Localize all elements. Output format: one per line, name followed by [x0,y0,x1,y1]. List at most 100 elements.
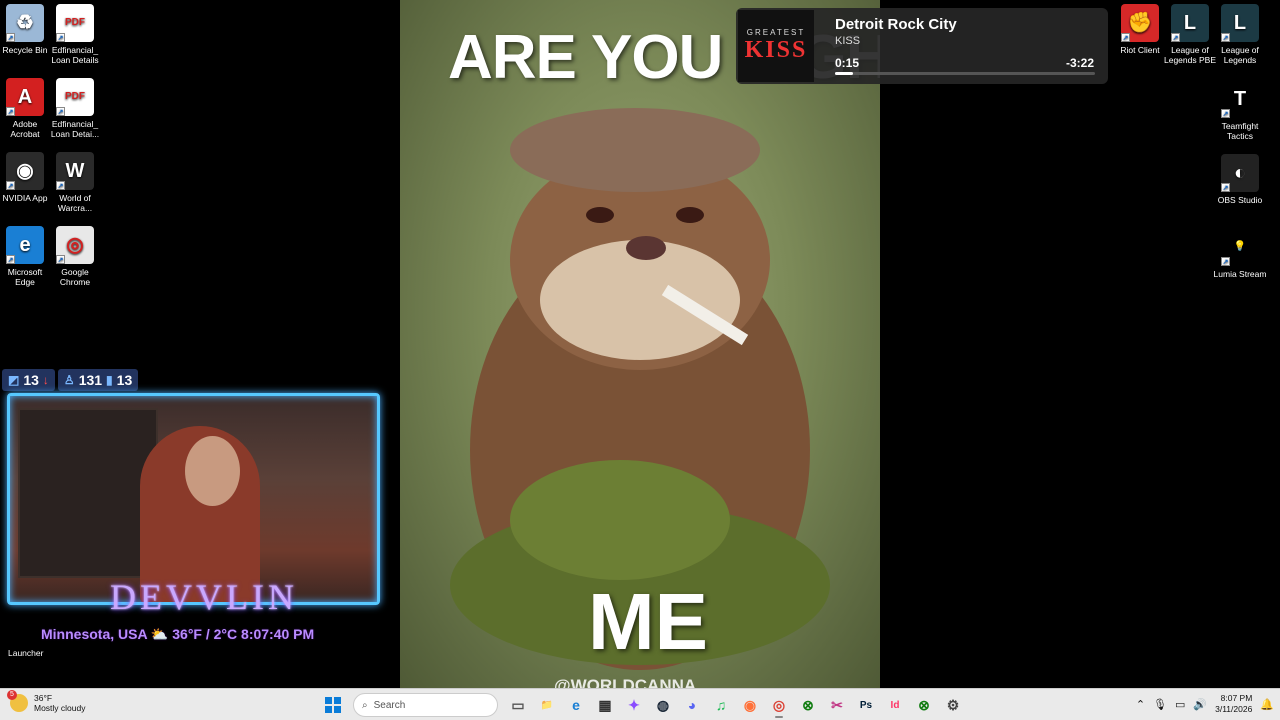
recycle-bin-icon: ♻ ↗ [6,4,44,42]
desktop-icon-lumia[interactable]: 💡 ↗ Lumia Stream [1213,228,1267,279]
webcam-feed [7,393,380,605]
background-shelf [18,408,158,578]
taskbar-clock[interactable]: 8:07 PM 3/11/2026 [1215,693,1252,715]
taskbar-weather-widget[interactable]: 5 36°F Mostly cloudy [7,690,86,713]
taskbar-search[interactable]: ⌕ Search [353,693,498,717]
store-icon: ▦ [598,696,612,713]
desktop-icon-wow[interactable]: W ↗ World of Warcra... [48,152,102,213]
discord-button[interactable]: ◕ [679,692,705,718]
task-view-icon: ▭ [511,696,525,713]
firefox-icon: ◉ [743,696,757,713]
taskbar-apps: ⌕ Search ▭ 📁 e ▦ ✦ ◍ ◕ ♫ ◉ ◎ ⊗ ✂ Ps Id ⊗ ⚙ [320,692,966,718]
snipping-icon: ✂ [831,696,843,713]
system-tray: ⌃ 🎙 ▭ 🔊 8:07 PM 3/11/2026 🔔 [1136,693,1274,715]
desktop-icon-label: NVIDIA App [2,193,48,203]
search-icon: ⌕ [362,699,368,711]
desktop-icon-league[interactable]: L ↗ League of Legends [1213,4,1267,65]
chatters-count: 13 [116,372,133,388]
shortcut-arrow-icon: ↗ [6,181,15,190]
shortcut-arrow-icon: ↗ [56,107,65,116]
desktop-icon-label: League of Legends PBE [1164,45,1216,65]
meme-image: ARE YOU HIGH? ME @WORLDCANNA [400,0,880,688]
start-button[interactable] [320,692,346,718]
desktop-icon-chrome[interactable]: ◎ ↗ Google Chrome [48,226,102,287]
photoshop-icon: Ps [859,699,873,711]
desktop-icon-pdf[interactable]: PDF ↗ Edfinancial_ Loan Details [48,4,102,65]
taskbar: 5 36°F Mostly cloudy ⌕ Search ▭ 📁 e ▦ ✦ ◍ ◕ ♫ ◉ ◎… [0,688,1280,720]
pdf-icon: PDF ↗ [56,78,94,116]
shortcut-arrow-icon: ↗ [1221,33,1230,42]
desktop-icon-label: Edfinancial_ Loan Detai... [50,119,100,139]
desktop-icon-adobe-acrobat[interactable]: A ↗ Adobe Acrobat [0,78,52,139]
chrome-taskbar-button[interactable]: ◎ [766,692,792,718]
snipping-button[interactable]: ✂ [824,692,850,718]
shortcut-arrow-icon: ↗ [1171,33,1180,42]
edge-taskbar-button[interactable]: e [563,692,589,718]
weather-badge: 5 [7,690,17,700]
desktop-icon-label: OBS Studio [1217,195,1263,205]
stream-stats-bar: ◩ 13 ↓ ♙ 131 ▮ 13 [2,369,174,391]
desktop-icon-pdf[interactable]: PDF ↗ Edfinancial_ Loan Detai... [48,78,102,139]
xbox-game-bar-button[interactable]: ⊗ [911,692,937,718]
store-button[interactable]: ▦ [592,692,618,718]
followers-count: 13 [23,372,39,388]
notification-icon[interactable]: 🔔 [1260,698,1274,711]
desktop-icon-recycle-bin[interactable]: ♻ ↗ Recycle Bin [0,4,52,55]
shortcut-arrow-icon: ↗ [1221,109,1230,118]
task-view-button[interactable]: ▭ [505,692,531,718]
steam-icon: ◍ [656,696,670,713]
shortcut-arrow-icon: ↗ [1121,33,1130,42]
xbox-button[interactable]: ⊗ [795,692,821,718]
lumia-icon: 💡 ↗ [1221,228,1259,266]
tft-icon: T ↗ [1221,80,1259,118]
desktop-icon-label: Microsoft Edge [7,267,43,287]
pdf-icon: PDF ↗ [56,4,94,42]
file-explorer-icon: 📁 [540,699,554,711]
streamer-face [185,436,240,506]
file-explorer-button[interactable]: 📁 [534,692,560,718]
weather-icon: 5 [7,690,28,712]
obs-icon: ◐ ↗ [1221,154,1259,192]
edge-icon: e ↗ [6,226,44,264]
microphone-icon[interactable]: 🎙 [1153,698,1167,711]
desktop-icon-nvidia[interactable]: ◉ ↗ NVIDIA App [0,152,52,203]
settings-button[interactable]: ⚙ [940,692,966,718]
location-weather-line: Minnesota, USA ⛅ 36°F / 2°C 8:07:40 PM [41,626,315,642]
firefox-button[interactable]: ◉ [737,692,763,718]
volume-icon[interactable]: 🔊 [1193,698,1207,711]
desktop-icon-edge[interactable]: e ↗ Microsoft Edge [0,226,52,287]
chrome-taskbar-icon: ◎ [772,696,786,713]
now-playing-overlay: GREATEST KISS Detroit Rock City KISS 0:1… [736,8,1108,84]
xbox-game-bar-icon: ⊗ [918,696,930,713]
viewers-stat: ♙ 131 ▮ 13 [57,369,139,391]
nvidia-icon: ◉ ↗ [6,152,44,190]
desktop-icon-label: Recycle Bin [2,45,48,55]
photoshop-button[interactable]: Ps [853,692,879,718]
desktop-icon-league-pbe[interactable]: L ↗ League of Legends PBE [1163,4,1217,65]
adobe-acrobat-icon: A ↗ [6,78,44,116]
launcher-label[interactable]: Launcher [8,648,43,658]
shortcut-arrow-icon: ↗ [6,107,15,116]
desktop-icon-label: Teamfight Tactics [1221,121,1259,141]
league-icon: L ↗ [1221,4,1259,42]
spotify-button[interactable]: ♫ [708,692,734,718]
indesign-button[interactable]: Id [882,692,908,718]
steam-button[interactable]: ◍ [650,692,676,718]
streamer-name: DEVVLIN [110,577,298,617]
chevron-up-icon[interactable]: ⌃ [1136,698,1145,711]
desktop-icon-tft[interactable]: T ↗ Teamfight Tactics [1213,80,1267,141]
desktop-icon-label: World of Warcra... [57,193,93,213]
network-icon[interactable]: ▭ [1175,698,1185,711]
copilot-button[interactable]: ✦ [621,692,647,718]
album-band-text: KISS [744,37,808,63]
desktop-icon-obs[interactable]: ◐ ↗ OBS Studio [1213,154,1267,205]
meme-credit: @WORLDCANNA [554,676,697,688]
desktop-icon-label: Google Chrome [59,267,91,287]
league-pbe-icon: L ↗ [1171,4,1209,42]
viewers-count: 131 [78,372,103,388]
desktop-icon-label: Lumia Stream [1213,269,1267,279]
album-art: GREATEST KISS [738,10,814,82]
shortcut-arrow-icon: ↗ [1221,257,1230,266]
clock-time: 8:07 PM [1220,693,1253,703]
desktop-icon-riot-client[interactable]: ✊ ↗ Riot Client [1113,4,1167,55]
